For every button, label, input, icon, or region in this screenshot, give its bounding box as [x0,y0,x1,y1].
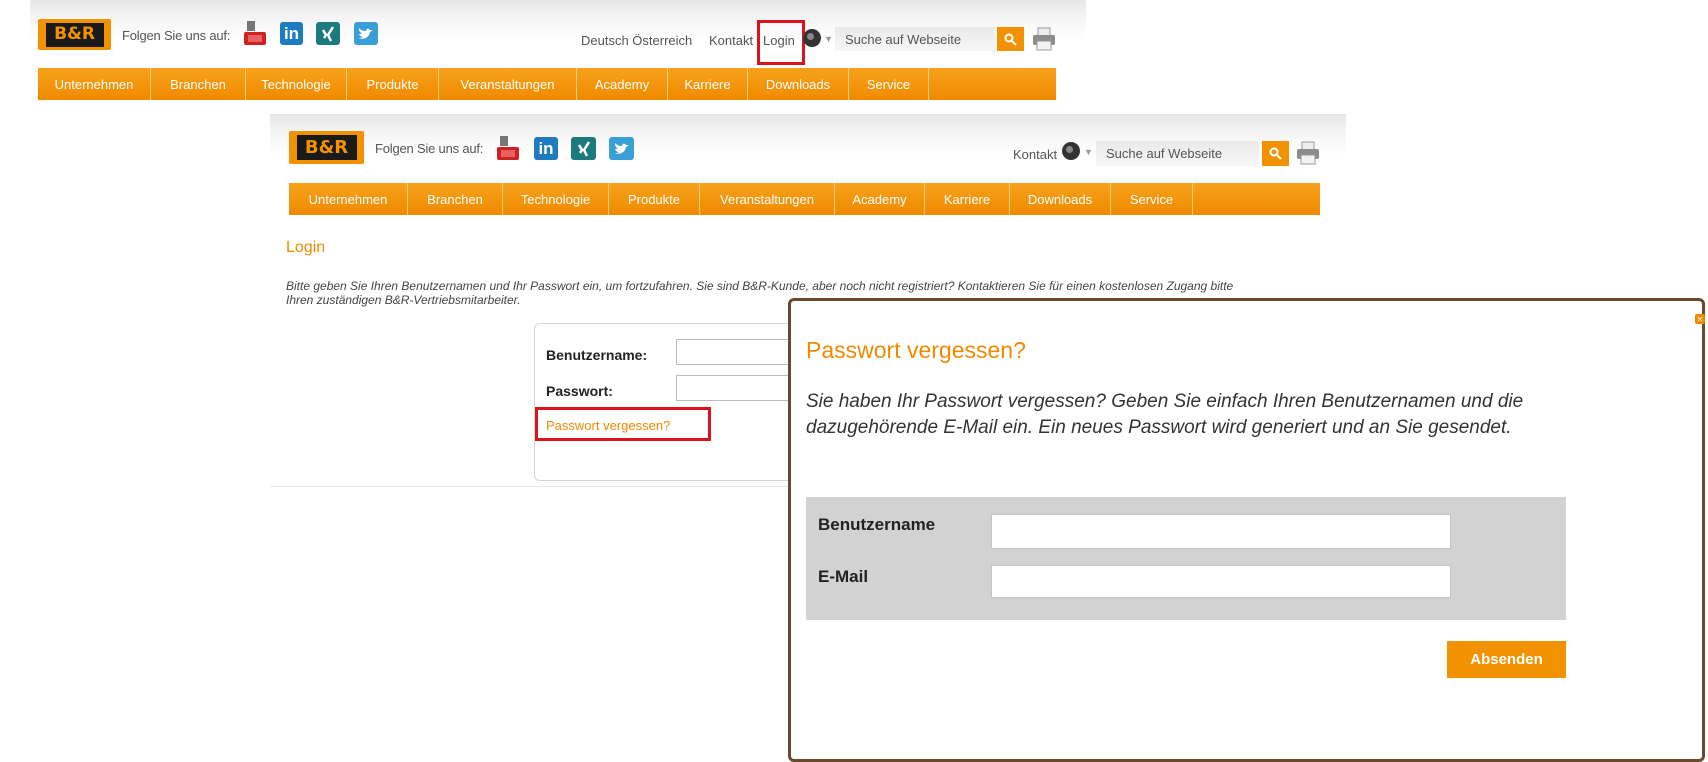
login-highlight [757,20,805,65]
nav-item-service[interactable]: Service [849,68,929,100]
search-input[interactable]: Suche auf Webseite [835,27,995,51]
nav-item-unternehmen-2[interactable]: Unternehmen [289,183,408,215]
nav-item-downloads-2[interactable]: Downloads [1010,183,1111,215]
dialog-description: Sie haben Ihr Passwort vergessen? Geben … [806,391,1524,438]
nav-item-downloads[interactable]: Downloads [748,68,849,100]
brand-logo-2[interactable]: B&R [289,131,364,164]
linkedin-icon-2[interactable]: in [534,137,558,160]
nav-item-karriere-2[interactable]: Karriere [925,183,1010,215]
page-divider [270,486,790,487]
nav-item-technologie[interactable]: Technologie [246,68,347,100]
nav-item-veranstaltungen-2[interactable]: Veranstaltungen [700,183,835,215]
dialog-username-field[interactable] [991,514,1451,549]
nav-item-veranstaltungen[interactable]: Veranstaltungen [439,68,577,100]
youtube-icon-2[interactable] [496,136,520,161]
nav-item-branchen-2[interactable]: Branchen [408,183,503,215]
nav-item-produkte-2[interactable]: Produkte [609,183,700,215]
username-label: Benutzername: [546,347,648,363]
main-nav-1: Unternehmen Branchen Technologie Produkt… [38,68,1056,100]
xing-icon-2[interactable] [571,137,596,160]
nav-item-technologie-2[interactable]: Technologie [503,183,609,215]
forgot-password-highlight [535,407,711,441]
nav-item-academy[interactable]: Academy [577,68,668,100]
intro-text-line-1: Bitte geben Sie Ihren Benutzernamen und … [286,279,1234,293]
contact-link[interactable]: Kontakt [709,33,753,48]
search-input-2[interactable]: Suche auf Webseite [1096,141,1259,166]
dialog-title: Passwort vergessen? [806,337,1026,363]
dialog-username-label: Benutzername [818,515,936,534]
logo-mark-2: B&R [296,135,357,160]
print-icon-2[interactable] [1296,140,1320,166]
nav-item-unternehmen[interactable]: Unternehmen [38,68,151,100]
submit-button[interactable]: Absenden [1447,641,1566,678]
twitter-icon[interactable] [354,22,378,45]
nav-item-produkte[interactable]: Produkte [347,68,439,100]
search-icon [1004,33,1017,46]
globe-icon-2[interactable] [1062,142,1080,160]
linkedin-icon[interactable]: in [280,22,303,45]
nav-item-karriere[interactable]: Karriere [668,68,748,100]
nav-item-branchen[interactable]: Branchen [151,68,246,100]
globe-icon[interactable] [803,29,821,47]
search-button-2[interactable] [1262,141,1289,166]
search-icon-2 [1269,147,1282,160]
follow-us-label-2: Folgen Sie uns auf: [375,141,484,156]
follow-us-label: Folgen Sie uns auf: [122,28,231,43]
nav-item-academy-2[interactable]: Academy [835,183,925,215]
username-field[interactable] [676,339,796,365]
xing-icon[interactable] [316,22,340,45]
dialog-email-field[interactable] [991,565,1451,598]
password-label: Passwort: [546,383,613,399]
close-icon[interactable]: ✕ [1695,314,1705,324]
dialog-email-label: E-Mail [818,567,869,586]
language-link[interactable]: Deutsch Österreich [581,33,692,48]
brand-logo[interactable]: B&R [38,19,111,50]
contact-link-2[interactable]: Kontakt [1013,147,1057,162]
search-button[interactable] [997,27,1024,51]
page-title: Login [286,239,326,256]
twitter-icon-2[interactable] [609,137,634,160]
nav-item-service-2[interactable]: Service [1111,183,1193,215]
youtube-icon[interactable] [243,21,267,46]
main-nav-2: Unternehmen Branchen Technologie Produkt… [289,183,1320,215]
logo-mark: B&R [45,22,104,47]
intro-text-line-2: Ihren zuständigen B&R-Vertriebsmitarbeit… [286,293,521,307]
chevron-down-icon-2[interactable]: ▼ [1084,147,1093,157]
chevron-down-icon[interactable]: ▼ [824,34,833,44]
print-icon[interactable] [1032,26,1056,52]
password-field[interactable] [676,375,796,401]
